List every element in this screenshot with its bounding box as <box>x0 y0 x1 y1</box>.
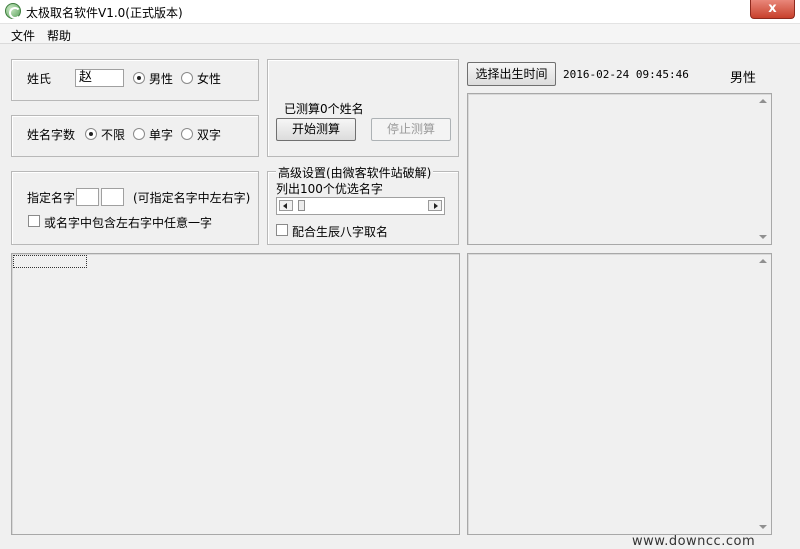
single-radio[interactable] <box>133 128 145 140</box>
menu-help[interactable]: 帮助 <box>47 27 71 44</box>
watermark: www.downcc.com <box>632 534 756 549</box>
bazi-label: 配合生辰八字取名 <box>292 225 389 239</box>
left-char-input[interactable] <box>76 188 99 206</box>
list-focus-item[interactable] <box>13 255 87 268</box>
start-calc-button[interactable]: 开始测算 <box>276 118 356 141</box>
info-panel-top[interactable] <box>467 93 772 245</box>
window-title: 太极取名软件V1.0(正式版本) <box>26 6 183 20</box>
advanced-title: 高级设置(由微客软件站破解) <box>276 164 434 181</box>
include-any-label: 或名字中包含左右字中任意一字 <box>44 216 213 230</box>
results-list-panel[interactable] <box>11 253 460 535</box>
include-any-checkbox[interactable] <box>28 215 40 227</box>
specify-hint: (可指定名字中左右字) <box>133 191 251 205</box>
slider-left-arrow-icon[interactable] <box>279 200 293 211</box>
female-label: 女性 <box>197 72 222 86</box>
gender-display: 男性 <box>730 71 757 86</box>
female-radio[interactable] <box>181 72 193 84</box>
surname-group: 姓氏 赵 男性 女性 <box>11 59 259 101</box>
specify-label: 指定名字 <box>27 191 76 205</box>
scroll-down-icon[interactable] <box>759 235 767 239</box>
menu-bar: 文件 帮助 <box>0 24 800 44</box>
male-radio[interactable] <box>133 72 145 84</box>
scroll-down-icon[interactable] <box>759 525 767 529</box>
select-birth-time-button[interactable]: 选择出生时间 <box>467 62 556 86</box>
name-length-label: 姓名字数 <box>27 128 76 142</box>
calc-status: 已测算0个姓名 <box>284 102 364 116</box>
advanced-group: 高级设置(由微客软件站破解) 列出100个优选名字 配合生辰八字取名 <box>267 164 459 245</box>
single-label: 单字 <box>149 128 174 142</box>
name-length-group: 姓名字数 不限 单字 双字 <box>11 115 259 157</box>
surname-input[interactable]: 赵 <box>75 69 124 87</box>
slider-right-arrow-icon[interactable] <box>428 200 442 211</box>
male-label: 男性 <box>149 72 174 86</box>
right-char-input[interactable] <box>101 188 124 206</box>
scroll-up-icon[interactable] <box>759 99 767 103</box>
title-bar: 太极取名软件V1.0(正式版本) x <box>0 0 800 24</box>
slider-thumb[interactable] <box>298 200 306 211</box>
calculate-group: 已测算0个姓名 开始测算 停止测算 <box>267 59 459 157</box>
bazi-checkbox[interactable] <box>276 224 288 236</box>
double-radio[interactable] <box>181 128 193 140</box>
double-label: 双字 <box>197 128 222 142</box>
scroll-up-icon[interactable] <box>759 259 767 263</box>
detail-panel-scrollbar[interactable] <box>755 254 771 534</box>
unlimited-label: 不限 <box>101 128 126 142</box>
stop-calc-button[interactable]: 停止测算 <box>371 118 451 141</box>
app-icon <box>5 3 21 19</box>
detail-panel[interactable] <box>467 253 772 535</box>
info-panel-top-scrollbar[interactable] <box>755 94 771 244</box>
unlimited-radio[interactable] <box>85 128 97 140</box>
birth-datetime: 2016-02-24 09:45:46 <box>563 68 689 81</box>
close-button[interactable]: x <box>750 0 795 19</box>
menu-file[interactable]: 文件 <box>11 27 35 44</box>
surname-label: 姓氏 <box>27 72 52 86</box>
list-count-slider[interactable] <box>276 197 445 215</box>
list-count-label: 列出100个优选名字 <box>276 182 383 196</box>
specify-name-group: 指定名字 (可指定名字中左右字) 或名字中包含左右字中任意一字 <box>11 171 259 245</box>
